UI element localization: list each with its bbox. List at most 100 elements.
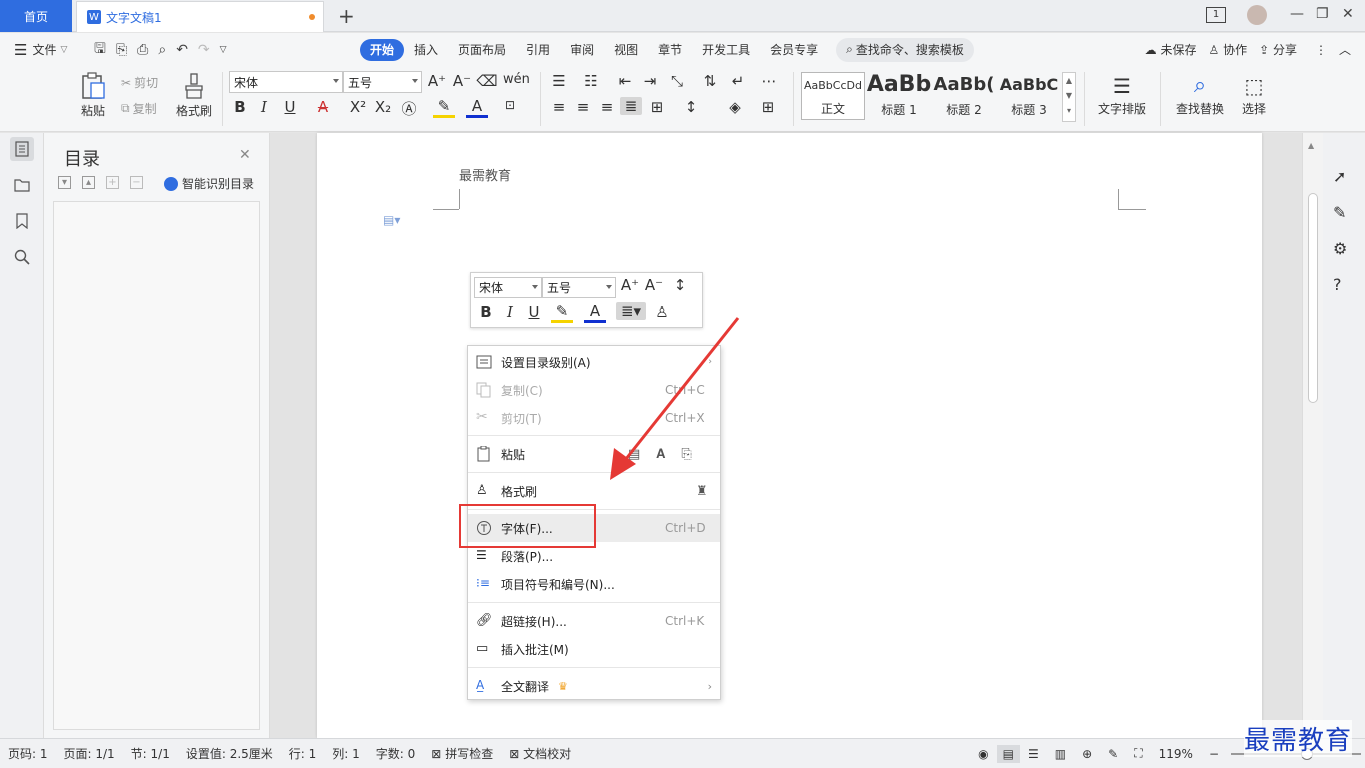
zoom-out-icon[interactable]: − xyxy=(1201,747,1227,761)
collaborate-button[interactable]: ♙ 协作 xyxy=(1208,41,1247,58)
tab-page-layout[interactable]: 页面布局 xyxy=(448,39,516,61)
status-pages[interactable]: 页面: 1/1 xyxy=(56,745,123,762)
close-icon[interactable]: ✕ xyxy=(239,147,251,163)
pen-icon[interactable]: ✎ xyxy=(1333,203,1346,222)
more-icon[interactable]: ⋮ xyxy=(1315,43,1327,57)
text-effect-icon[interactable]: Ⓐ xyxy=(398,98,420,119)
scroll-up-icon[interactable]: ▲ xyxy=(1308,141,1314,150)
style-normal[interactable]: AaBbCcDd 正文 xyxy=(801,72,865,120)
write-mode-icon[interactable]: ✎ xyxy=(1100,747,1126,761)
command-search[interactable]: ⌕ 查找命令、搜索模板 xyxy=(836,37,974,62)
fit-page-icon[interactable]: ⛶ xyxy=(1126,746,1150,761)
status-setting[interactable]: 设置值: 2.5厘米 xyxy=(178,745,281,762)
share-button[interactable]: ⇪ 分享 xyxy=(1259,41,1297,58)
status-col[interactable]: 列: 1 xyxy=(324,745,368,762)
toc-nav-icon[interactable] xyxy=(10,137,34,161)
chapter-nav-icon[interactable] xyxy=(10,173,34,197)
font-name-select[interactable]: 宋体 xyxy=(229,71,343,93)
subscript-icon[interactable]: X₂ xyxy=(372,98,394,116)
tab-section[interactable]: 章节 xyxy=(648,39,692,61)
tab-member[interactable]: 会员专享 xyxy=(760,39,828,61)
read-view-icon[interactable]: ▥ xyxy=(1047,747,1074,761)
underline-icon[interactable]: U xyxy=(523,303,545,321)
mini-font-size-select[interactable]: 五号 xyxy=(542,277,616,298)
find-replace-button[interactable]: ⌕ 查找替换 xyxy=(1170,72,1230,117)
undo-icon[interactable]: ↶ xyxy=(176,42,188,58)
line-spacing-icon[interactable]: ↕ xyxy=(680,98,702,116)
help-icon[interactable]: ? xyxy=(1333,275,1342,294)
status-word-count[interactable]: 字数: 0 xyxy=(368,745,424,762)
minimize-icon[interactable]: — xyxy=(1290,6,1304,22)
styles-scroll[interactable]: ▲ ▼ ▾ xyxy=(1062,72,1076,122)
eye-protect-icon[interactable]: ◉ xyxy=(970,747,996,761)
add-level-icon[interactable]: + xyxy=(106,176,119,189)
format-painter-lock-icon[interactable]: ♜ xyxy=(696,484,708,499)
status-section[interactable]: 节: 1/1 xyxy=(123,745,178,762)
print-icon[interactable]: ⎙ xyxy=(137,42,148,58)
grow-font-icon[interactable]: A⁺ xyxy=(426,72,448,90)
tab-insert[interactable]: 插入 xyxy=(404,39,448,61)
style-heading-2[interactable]: AaBb( 标题 2 xyxy=(932,72,996,120)
superscript-icon[interactable]: X² xyxy=(347,98,369,116)
style-heading-3[interactable]: AaBbC 标题 3 xyxy=(997,72,1061,120)
tab-document[interactable]: W 文字文稿1 xyxy=(76,1,324,32)
align-left-icon[interactable]: ≡ xyxy=(548,98,570,116)
paragraph-marks-icon[interactable]: ⋯ xyxy=(758,72,780,90)
collapse-ribbon-icon[interactable]: ︿ xyxy=(1339,41,1351,58)
underline-icon[interactable]: U xyxy=(279,98,301,116)
text-layout-button[interactable]: ☰ 文字排版 xyxy=(1092,72,1152,117)
shrink-font-icon[interactable]: A⁻ xyxy=(451,72,473,90)
mini-font-name-select[interactable]: 宋体 xyxy=(474,277,542,298)
font-color-icon[interactable]: A xyxy=(466,98,488,118)
show-marks-icon[interactable]: ↵ xyxy=(727,72,749,90)
numbered-list-icon[interactable]: ☷ xyxy=(580,72,602,90)
unsaved-status[interactable]: ☁ 未保存 xyxy=(1145,41,1197,58)
increase-indent-icon[interactable]: ⇥ xyxy=(639,72,661,90)
tab-developer[interactable]: 开发工具 xyxy=(692,39,760,61)
strikethrough-icon[interactable]: A xyxy=(312,98,334,116)
document-page[interactable]: 最需教育 ▤▾ xyxy=(317,133,1262,738)
paragraph-options-icon[interactable]: ▤▾ xyxy=(383,213,400,227)
search-icon[interactable] xyxy=(10,245,34,269)
scroll-thumb[interactable] xyxy=(1308,193,1318,403)
print-preview-icon[interactable]: ⌕ xyxy=(158,42,166,58)
copy-button[interactable]: ⧉ 复制 xyxy=(121,100,157,117)
chinese-layout-icon[interactable]: ⤡ xyxy=(666,72,688,90)
tab-review[interactable]: 审阅 xyxy=(560,39,604,61)
highlight-icon[interactable]: ✎ xyxy=(433,98,455,118)
page-view-icon[interactable]: ▤ xyxy=(996,744,1020,763)
tab-start[interactable]: 开始 xyxy=(360,38,405,61)
align-center-icon[interactable]: ≡ xyxy=(572,98,594,116)
collapse-icon[interactable]: ▴ xyxy=(82,176,95,189)
sort-icon[interactable]: ⇅ xyxy=(699,72,721,90)
spell-check-button[interactable]: ⊠ 拼写检查 xyxy=(423,745,501,762)
doc-proof-button[interactable]: ⊠ 文档校对 xyxy=(501,745,579,762)
select-button[interactable]: ⬚ 选择 xyxy=(1234,72,1274,117)
phonetic-icon[interactable]: wén xyxy=(503,72,530,87)
highlight-icon[interactable]: ✎ xyxy=(551,303,573,323)
align-right-icon[interactable]: ≡ xyxy=(596,98,618,116)
borders-icon[interactable]: ⊞ xyxy=(757,98,779,116)
outline-view-icon[interactable]: ☰ xyxy=(1020,747,1047,761)
shading-icon[interactable]: ◈ xyxy=(724,98,746,116)
header-text[interactable]: 最需教育 xyxy=(459,165,511,184)
format-painter-button[interactable]: 格式刷 xyxy=(174,72,214,119)
grow-font-icon[interactable]: A⁺ xyxy=(619,276,641,294)
decrease-indent-icon[interactable]: ⇤ xyxy=(614,72,636,90)
clear-format-icon[interactable]: ⌫ xyxy=(476,72,498,90)
cut-button[interactable]: ✂ 剪切 xyxy=(121,74,158,91)
distribute-icon[interactable]: ⊞ xyxy=(646,98,668,116)
tab-reference[interactable]: 引用 xyxy=(516,39,560,61)
vertical-scrollbar[interactable]: ▲ xyxy=(1303,133,1323,738)
status-row[interactable]: 行: 1 xyxy=(281,745,325,762)
paste-button[interactable]: 粘贴 xyxy=(76,72,110,119)
window-count-badge[interactable]: 1 xyxy=(1206,7,1226,23)
tab-home[interactable]: 首页 xyxy=(0,0,72,32)
line-spacing-icon[interactable]: ↕ xyxy=(669,276,691,294)
pointer-icon[interactable]: ➚ xyxy=(1333,167,1346,186)
menu-item-hyperlink[interactable]: 🔗︎ 超链接(H)... Ctrl+K xyxy=(468,607,720,635)
expand-icon[interactable]: ▾ xyxy=(58,176,71,189)
bold-icon[interactable]: B xyxy=(475,303,497,321)
tab-view[interactable]: 视图 xyxy=(604,39,648,61)
new-tab-button[interactable]: + xyxy=(338,4,355,28)
